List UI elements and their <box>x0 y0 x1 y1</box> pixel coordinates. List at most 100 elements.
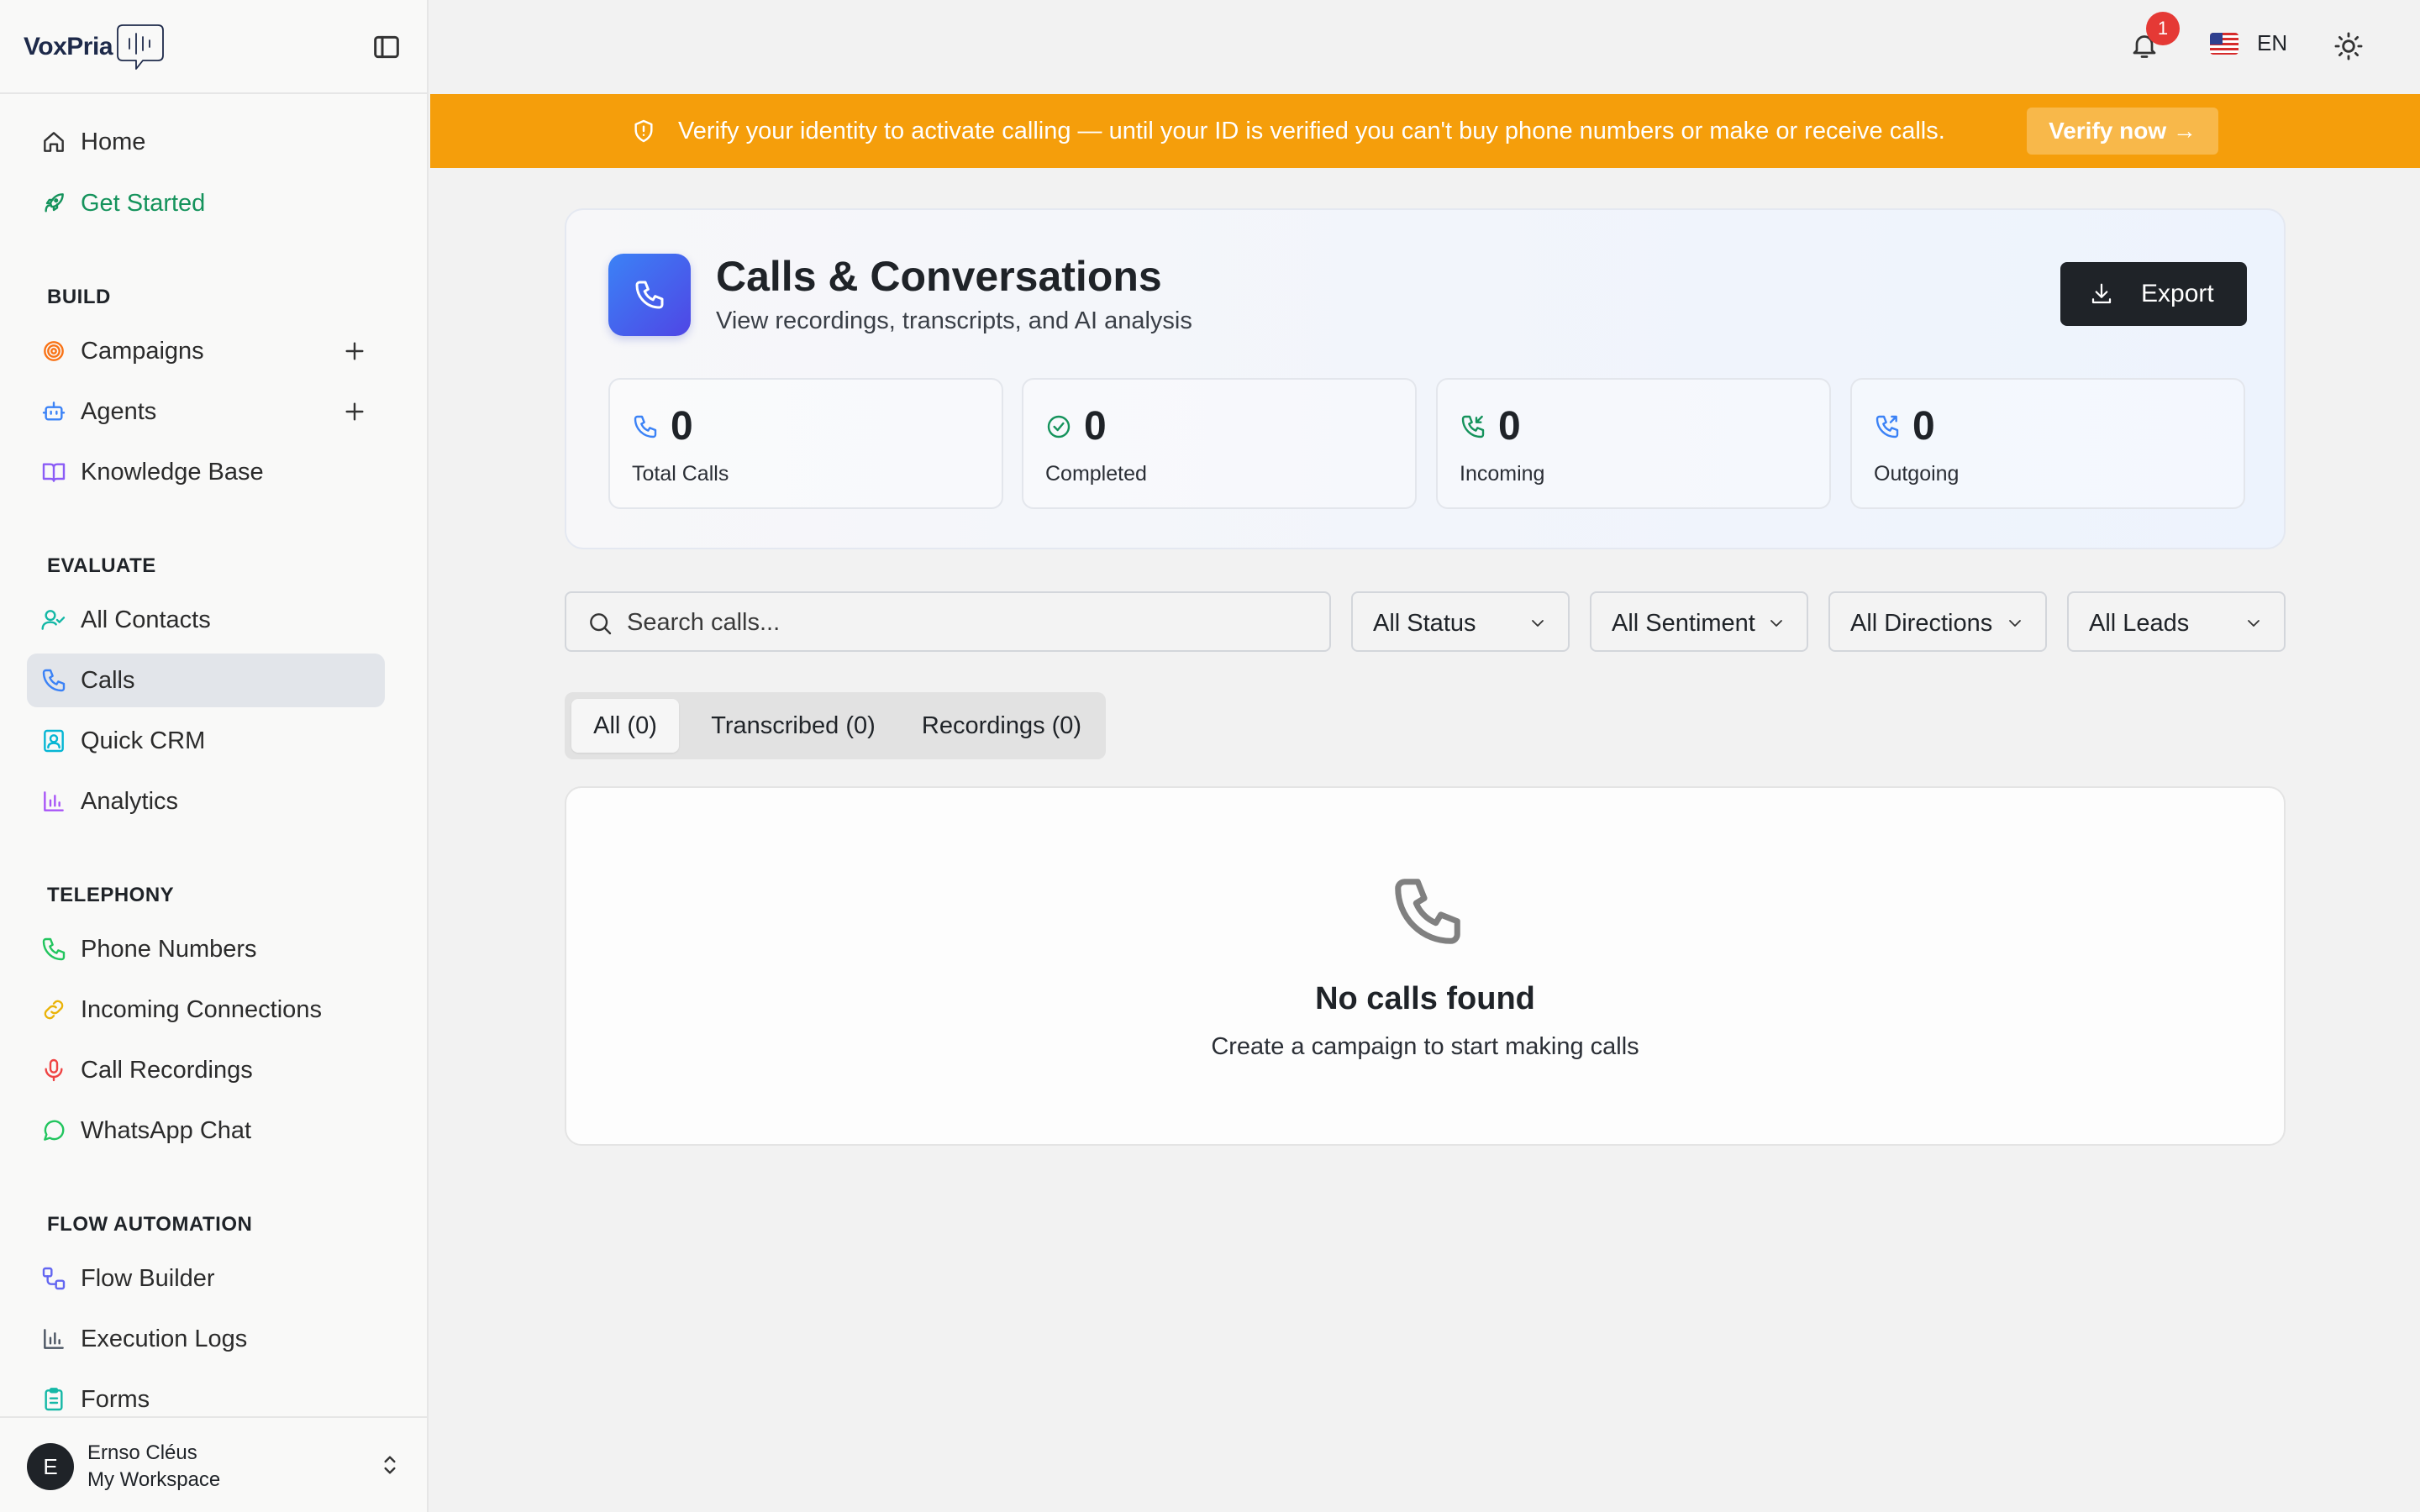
sidebar-item-home[interactable]: Home <box>27 115 385 169</box>
calls-header-card: Calls & Conversations View recordings, t… <box>565 208 2286 549</box>
search-icon <box>590 613 612 635</box>
stat-completed: 0 Completed <box>1022 378 1417 509</box>
phone-icon <box>42 937 66 961</box>
bar-chart-icon <box>44 1329 64 1349</box>
tab-transcribed[interactable]: Transcribed (0) <box>686 699 901 753</box>
logo-mark-icon <box>117 24 164 70</box>
sidebar-item-analytics[interactable]: Analytics <box>27 774 385 828</box>
clipboard-icon <box>45 1388 63 1411</box>
stat-label: Outgoing <box>1874 462 1960 486</box>
stat-label: Completed <box>1045 462 1147 486</box>
header-icon-tile <box>608 254 691 336</box>
sidebar-item-label: Agents <box>81 397 157 425</box>
workspace-name: My Workspace <box>87 1468 221 1491</box>
add-campaign-plus-icon[interactable] <box>341 338 368 365</box>
workflow-icon <box>42 1267 66 1290</box>
user-name: Ernso Cléus <box>87 1441 197 1464</box>
sidebar-item-calls[interactable]: Calls <box>27 654 385 707</box>
export-button-label: Export <box>2141 280 2214 307</box>
sidebar-item-label: Forms <box>81 1385 150 1413</box>
home-icon <box>44 132 64 152</box>
tab-recordings[interactable]: Recordings (0) <box>904 699 1099 753</box>
contact-card-icon <box>44 729 64 753</box>
status-filter-select[interactable]: All Status <box>1351 591 1570 652</box>
sidebar-item-label: Analytics <box>81 787 179 815</box>
phone-incoming-icon <box>1461 415 1485 438</box>
verification-banner: Verify your identity to activate calling… <box>430 94 2420 168</box>
stat-value: 0 <box>671 404 693 449</box>
bar-chart-icon <box>44 791 64 811</box>
sidebar-item-label: Campaigns <box>81 337 204 365</box>
sidebar-toggle-icon[interactable] <box>370 30 403 64</box>
chat-icon <box>44 1120 65 1141</box>
phone-icon <box>634 415 657 438</box>
sidebar-item-label: Knowledge Base <box>81 458 264 486</box>
chevron-down-icon <box>2248 620 2260 627</box>
sidebar-item-label: Incoming Connections <box>81 995 322 1023</box>
sidebar-item-incoming-connections[interactable]: Incoming Connections <box>27 983 385 1037</box>
sun-icon[interactable] <box>2333 30 2365 62</box>
bot-icon <box>42 402 66 421</box>
calls-empty-state: No calls found Create a campaign to star… <box>565 786 2286 1146</box>
check-circle-icon <box>1047 415 1071 438</box>
calls-tabs: All (0) Transcribed (0) Recordings (0) <box>565 692 1106 759</box>
chevrons-up-down-icon[interactable] <box>376 1452 403 1478</box>
shield-alert-icon <box>634 119 653 143</box>
page-subtitle: View recordings, transcripts, and AI ana… <box>716 307 1192 334</box>
language-code: EN <box>2257 30 2288 55</box>
stat-value: 0 <box>1498 404 1521 449</box>
sidebar-item-label: Get Started <box>81 189 206 217</box>
leads-filter-select[interactable]: All Leads <box>2067 591 2286 652</box>
phone-icon <box>1395 879 1460 944</box>
sidebar-header: VoxPria <box>0 0 427 94</box>
sidebar-item-agents[interactable]: Agents <box>27 385 385 438</box>
download-icon <box>2091 283 2112 304</box>
sidebar-item-phone-numbers[interactable]: Phone Numbers <box>27 922 385 976</box>
sentiment-filter-value: All Sentiment <box>1612 610 1755 637</box>
language-selector[interactable]: EN <box>2210 30 2287 56</box>
sidebar-item-label: Quick CRM <box>81 727 206 754</box>
banner-text: Verify your identity to activate calling… <box>678 118 1945 144</box>
chevron-down-icon <box>1532 620 1544 627</box>
sidebar-item-call-recordings[interactable]: Call Recordings <box>27 1043 385 1097</box>
sidebar-item-label: Calls <box>81 666 135 694</box>
tab-all[interactable]: All (0) <box>571 699 679 753</box>
sidebar-item-execution-logs[interactable]: Execution Logs <box>27 1312 385 1366</box>
page-title: Calls & Conversations <box>716 253 1162 300</box>
sidebar-item-flow-builder[interactable]: Flow Builder <box>27 1252 385 1305</box>
logo-text: VoxPria <box>24 33 113 60</box>
section-label-flow-automation: FLOW AUTOMATION <box>47 1213 253 1236</box>
sidebar-item-quick-crm[interactable]: Quick CRM <box>27 714 385 768</box>
sentiment-filter-select[interactable]: All Sentiment <box>1590 591 1808 652</box>
sidebar-item-get-started[interactable]: Get Started <box>27 176 385 230</box>
user-switcher[interactable]: E Ernso Cléus My Workspace <box>0 1416 427 1512</box>
directions-filter-select[interactable]: All Directions <box>1828 591 2047 652</box>
link-icon <box>44 1000 64 1020</box>
section-label-telephony: TELEPHONY <box>47 884 175 906</box>
empty-state-title: No calls found <box>1315 981 1535 1016</box>
export-button[interactable]: Export <box>2060 262 2247 326</box>
sidebar-item-campaigns[interactable]: Campaigns <box>27 324 385 378</box>
stat-value: 0 <box>1084 404 1107 449</box>
search-input[interactable] <box>627 600 1316 645</box>
directions-filter-value: All Directions <box>1850 610 1993 637</box>
sidebar-item-knowledge-base[interactable]: Knowledge Base <box>27 445 385 499</box>
phone-outgoing-icon <box>1876 415 1899 438</box>
add-agent-plus-icon[interactable] <box>341 398 368 425</box>
mic-icon <box>45 1058 63 1082</box>
sidebar-item-whatsapp-chat[interactable]: WhatsApp Chat <box>27 1104 385 1158</box>
status-filter-value: All Status <box>1373 610 1476 637</box>
sidebar-item-label: Execution Logs <box>81 1325 248 1352</box>
us-flag-icon <box>2210 32 2238 55</box>
app-logo[interactable]: VoxPria <box>24 22 166 72</box>
chevron-down-icon <box>2009 620 2021 627</box>
leads-filter-value: All Leads <box>2089 610 2190 637</box>
verify-now-button[interactable]: Verify now → <box>2027 108 2218 155</box>
phone-icon <box>635 281 664 309</box>
user-check-icon <box>41 610 66 630</box>
stat-label: Incoming <box>1460 462 1545 486</box>
stat-label: Total Calls <box>632 462 729 486</box>
sidebar-item-label: Home <box>81 128 146 155</box>
sidebar-item-all-contacts[interactable]: All Contacts <box>27 593 385 647</box>
avatar: E <box>27 1443 74 1490</box>
